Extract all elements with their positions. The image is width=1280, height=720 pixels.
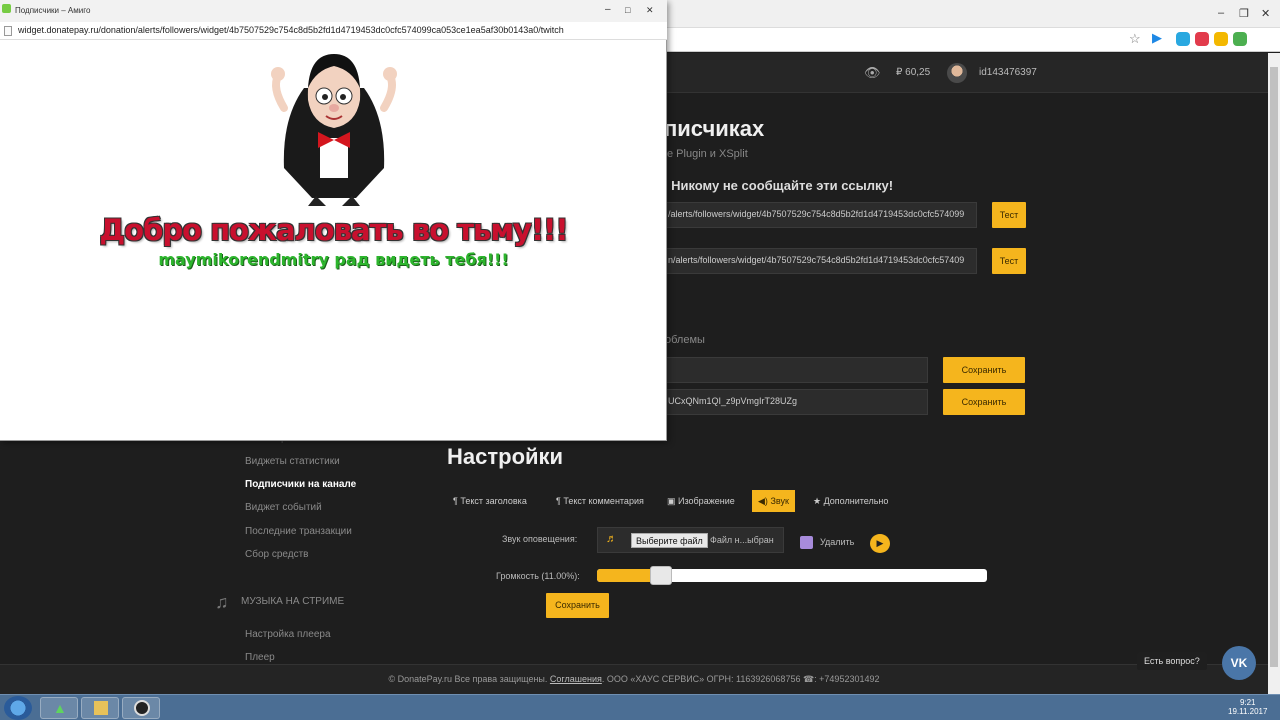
popup-titlebar: Подписчики – Амиго – □ ✕ [0,0,667,22]
widget-link-field[interactable]: /alerts/followers/widget/4b7507529c754c8… [663,202,977,228]
choose-file-button[interactable]: Выберите файл [631,533,708,548]
tab-comment-text[interactable]: ¶ Текст комментария [550,490,650,512]
popup-url[interactable]: widget.donatepay.ru/donation/alerts/foll… [0,22,667,40]
taskbar: ▲ 9:21 19.11.2017 [0,694,1280,720]
tab-title-text[interactable]: ¶ Текст заголовка [447,490,533,512]
chat-label[interactable]: Есть вопрос? [1137,652,1207,670]
clock[interactable]: 9:21 19.11.2017 [1228,698,1267,716]
widget-popup-window: Подписчики – Амиго – □ ✕ widget.donatepa… [0,0,667,441]
agreements-link[interactable]: Соглашения [550,674,602,684]
extension-icon[interactable] [1214,32,1228,46]
play-icon[interactable]: ▶ [1152,30,1162,46]
site-footer: © DonatePay.ru Все права защищены. Согла… [0,664,1268,694]
image-icon: ▣ [667,496,676,506]
volume-label: Громкость (11.00%): [496,571,580,581]
popup-title: Подписчики – Амиго [15,6,91,15]
sidebar-item-player[interactable]: Плеер [245,652,275,663]
minimize-icon[interactable]: – [1218,7,1224,19]
problems-label: облемы [665,334,705,346]
eye-icon[interactable]: 👁 [864,65,881,81]
greeting-text: maymikorendmitry рад видеть тебя!!! [158,250,509,269]
page-title: дписчиках [650,116,765,141]
test-button[interactable]: Тест [992,202,1026,228]
volume-slider[interactable] [597,566,987,585]
widget-link-field-alt[interactable]: n/alerts/followers/widget/4b7507529c754c… [663,248,977,274]
scrollbar[interactable] [1268,53,1280,694]
extension-icon[interactable] [1233,32,1247,46]
close-icon[interactable]: ✕ [1261,7,1270,20]
volume-handle[interactable] [650,566,672,585]
sound-label: Звук оповещения: [502,534,578,544]
close-icon[interactable]: ✕ [646,5,654,16]
sidebar-item-transactions[interactable]: Последние транзакции [245,526,352,537]
save-settings-button[interactable]: Сохранить [546,593,609,618]
sidebar-item-followers[interactable]: Подписчики на канале [245,479,356,490]
page-icon [4,26,12,36]
avatar[interactable] [947,63,967,83]
speaker-icon: ◀) [758,496,768,506]
music-note-icon: ♬ [606,533,617,545]
settings-heading: Настройки [447,444,564,469]
bookmark-star-icon[interactable]: ☆ [1129,31,1141,47]
extension-icon[interactable] [1195,32,1209,46]
welcome-text: Добро пожаловать во тьму!!! [99,213,568,247]
test-button-alt[interactable]: Тест [992,248,1026,274]
vampire-mascot-image [271,54,397,206]
maximize-icon[interactable]: ❐ [1239,7,1249,20]
app-icon [2,4,11,13]
copyright: © DonatePay.ru Все права защищены. [388,674,548,684]
star-icon: ★ [813,496,822,506]
minimize-icon[interactable]: – [605,4,611,15]
delete-label: Удалить [820,537,855,547]
play-sound-button[interactable]: ▶ [870,534,890,553]
maximize-icon[interactable]: □ [625,5,630,15]
tab-additional[interactable]: ★ Дополнительно [807,490,894,512]
page-subtitle: e Plugin и XSplit [667,148,748,160]
tab-image[interactable]: ▣ Изображение [661,490,741,512]
username[interactable]: id143476397 [979,67,1037,78]
sidebar-item-stats[interactable]: Виджеты статистики [245,456,340,467]
vk-chat-button[interactable]: VK [1222,646,1256,680]
sidebar-item-player-settings[interactable]: Настройка плеера [245,629,331,640]
file-status: Файл н...ыбран [710,535,774,545]
delete-checkbox[interactable] [800,536,813,549]
extension-icon[interactable] [1176,32,1190,46]
sidebar-item-events[interactable]: Виджет событий [245,502,322,513]
warning-text: ● Никому не сообщайте эти ссылку! [662,178,893,193]
amigo-app-icon[interactable]: ▲ [40,697,78,719]
explorer-app-icon[interactable] [81,697,119,719]
start-button[interactable] [4,696,32,720]
scroll-thumb[interactable] [1270,67,1278,667]
tab-sound[interactable]: ◀) Звук [752,490,795,512]
channel-id-input[interactable]: UCxQNm1QI_z9pVmgIrT28UZg [663,389,928,415]
text-icon: ¶ [556,496,561,506]
music-section-title: МУЗЫКА НА СТРИМЕ [241,596,345,607]
channel-input[interactable] [663,357,928,383]
save-id-button[interactable]: Сохранить [943,389,1025,415]
music-icon: ♫ [215,592,229,612]
balance: ₽ 60,25 [896,67,931,78]
text-icon: ¶ [453,496,458,506]
sound-file-picker: ♬ Выберите файл Файл н...ыбран [597,527,784,553]
company-info: . ООО «ХАУС СЕРВИС» ОГРН: 1163926068756 … [601,674,880,684]
obs-app-icon[interactable] [122,697,160,719]
sidebar-item-fundraising[interactable]: Сбор средств [245,549,308,560]
save-button[interactable]: Сохранить [943,357,1025,383]
